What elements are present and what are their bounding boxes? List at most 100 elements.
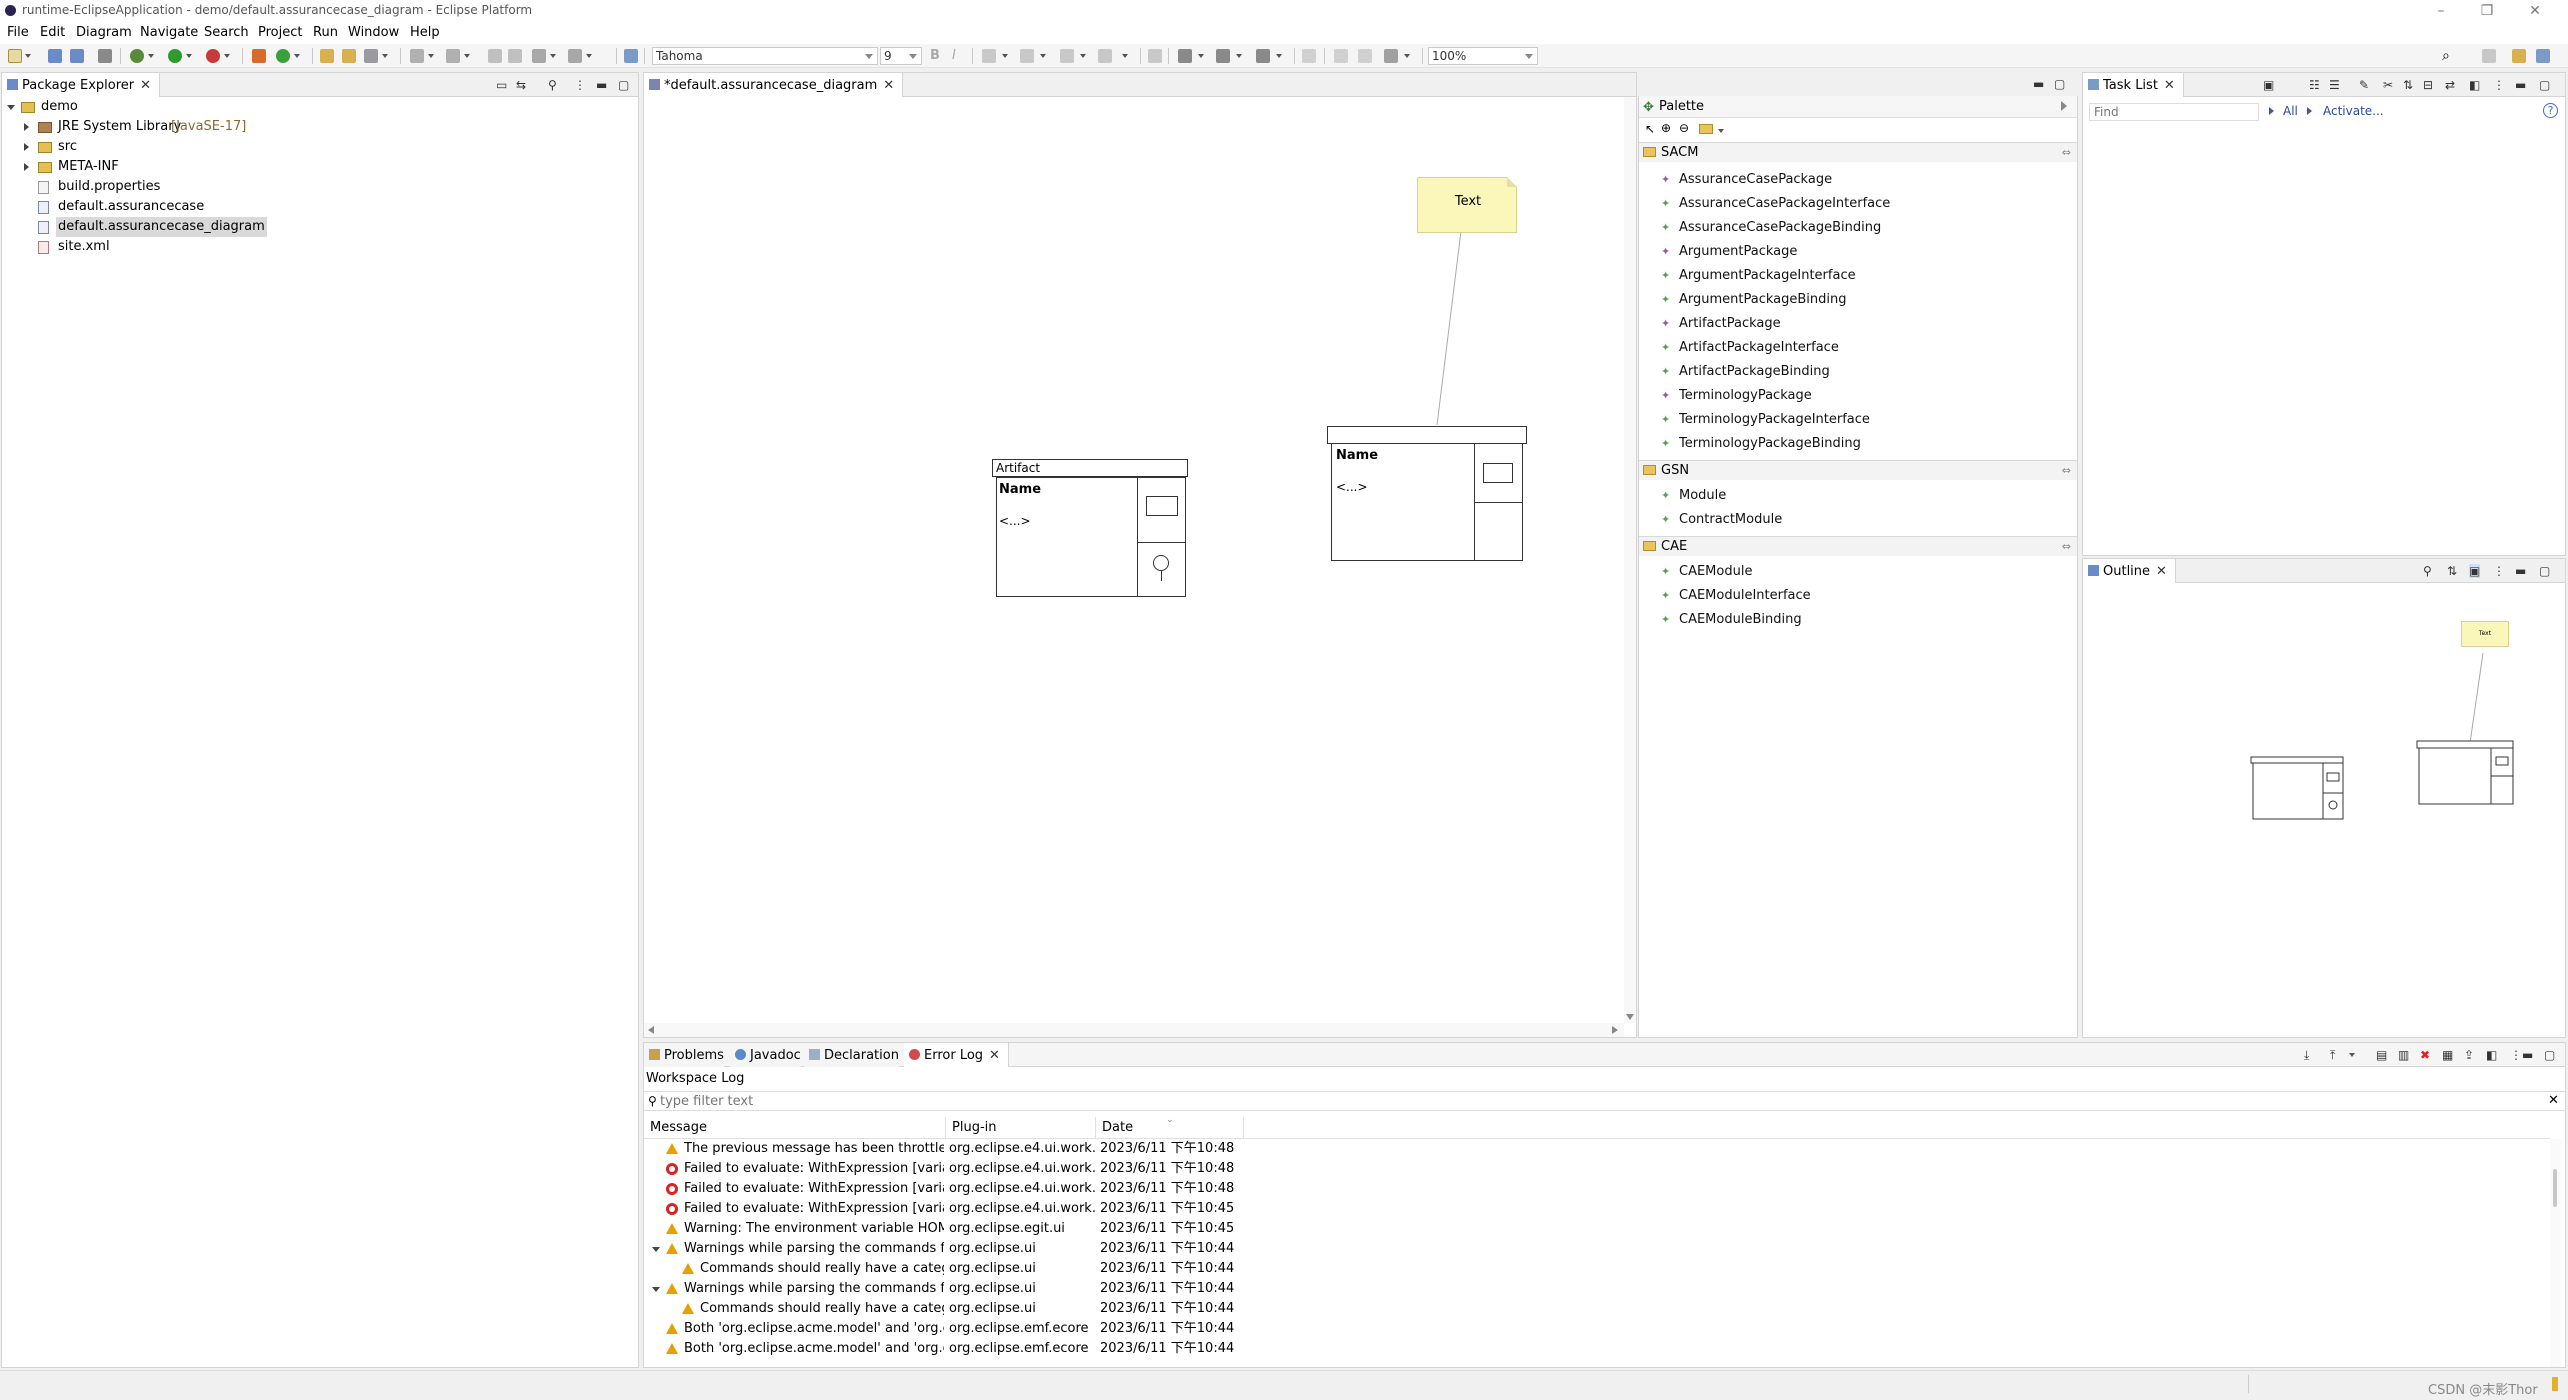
column-message[interactable]: Message <box>644 1117 946 1139</box>
align-icon[interactable] <box>1216 49 1230 63</box>
maximize-view-icon[interactable]: ▢ <box>2539 78 2550 92</box>
open-perspective-icon[interactable] <box>2482 49 2496 63</box>
close-window-icon[interactable]: ✕ <box>2512 0 2558 22</box>
zoom-combo[interactable]: 100% <box>1428 47 1538 65</box>
synchronize-icon[interactable]: ⇅ <box>2403 78 2413 92</box>
java-perspective-icon[interactable] <box>2536 49 2550 63</box>
table-row[interactable]: Both 'org.eclipse.acme.model' and 'org.e… <box>644 1339 2550 1359</box>
palette-item[interactable]: ArtifactPackageBinding <box>1661 360 1830 384</box>
minimize-view-icon[interactable]: ▬ <box>2515 564 2526 578</box>
open-folder-icon[interactable] <box>342 49 356 63</box>
view-menu-icon[interactable]: ⋮ <box>2510 1048 2522 1062</box>
menu-diagram[interactable]: Diagram <box>76 25 132 40</box>
palette-item[interactable]: ArgumentPackageBinding <box>1661 288 1847 312</box>
italic-button[interactable]: I <box>952 48 956 63</box>
new-java-package-icon[interactable] <box>252 49 266 63</box>
chevron-down-icon[interactable] <box>652 1247 660 1252</box>
palette-item[interactable]: ArgumentPackageInterface <box>1661 264 1856 288</box>
scheduled-icon[interactable]: ☰ <box>2329 78 2340 92</box>
back-icon[interactable] <box>488 49 502 63</box>
artifact-header[interactable]: Artifact <box>992 459 1188 477</box>
table-row[interactable]: Commands should really have a category: o… <box>644 1299 2550 1319</box>
table-row[interactable]: Warnings while parsing the commands from… <box>644 1279 2550 1299</box>
maximize-editor-icon[interactable]: ▢ <box>2054 77 2065 91</box>
tab-javadoc[interactable]: Javadoc <box>730 1043 801 1067</box>
run-icon[interactable] <box>168 49 182 63</box>
layers-icon[interactable] <box>1384 49 1398 63</box>
chevron-down-icon[interactable] <box>7 105 15 110</box>
new-class-icon[interactable] <box>276 49 290 63</box>
hide-completed-icon[interactable]: ✎ <box>2359 78 2369 92</box>
maximize-view-icon[interactable]: ▢ <box>2539 564 2550 578</box>
open-type-icon[interactable] <box>320 49 334 63</box>
debug-icon[interactable] <box>130 49 144 63</box>
delete-log-icon[interactable]: ▥ <box>2398 1048 2409 1062</box>
tab-declaration[interactable]: Declaration <box>804 1043 899 1067</box>
new-task-icon[interactable]: ▣ <box>2263 78 2274 92</box>
view-menu-icon[interactable]: ⋮ <box>2493 564 2505 578</box>
task-find-input[interactable] <box>2089 103 2259 121</box>
save-all-icon[interactable] <box>70 49 84 63</box>
font-family-combo[interactable]: Tahoma <box>652 47 878 65</box>
line-color-icon[interactable] <box>1060 49 1074 63</box>
menu-edit[interactable]: Edit <box>40 25 65 40</box>
note-tool-icon[interactable] <box>1699 124 1713 134</box>
chevron-right-icon[interactable] <box>24 123 29 131</box>
run-external-icon[interactable] <box>206 49 220 63</box>
module-node[interactable]: Name <...> <box>1331 443 1523 561</box>
collapse-tasks-icon[interactable]: ✂ <box>2383 78 2393 92</box>
close-icon[interactable]: ✕ <box>2164 78 2175 93</box>
presentation-icon[interactable]: ◧ <box>2469 78 2480 92</box>
palette-item[interactable]: ContractModule <box>1661 508 1782 532</box>
table-row[interactable]: Failed to evaluate: WithExpression [vari… <box>644 1159 2550 1179</box>
palette-item[interactable]: AssuranceCasePackage <box>1661 168 1832 192</box>
select-tool-icon[interactable]: ↖ <box>1645 122 1655 136</box>
minimize-view-icon[interactable]: ▬ <box>2515 78 2526 92</box>
menu-navigate[interactable]: Navigate <box>140 25 198 40</box>
view-menu-icon[interactable]: ⋮ <box>2493 78 2505 92</box>
table-row[interactable]: Both 'org.eclipse.acme.model' and 'org.e… <box>644 1319 2550 1339</box>
palette-item[interactable]: AssuranceCasePackageInterface <box>1661 192 1890 216</box>
tab-outline[interactable]: Outline ✕ <box>2083 559 2176 583</box>
clear-filter-icon[interactable]: ✕ <box>2548 1093 2559 1108</box>
palette-item[interactable]: ArtifactPackage <box>1661 312 1781 336</box>
menu-window[interactable]: Window <box>348 25 399 40</box>
repositories-icon[interactable]: ⇄ <box>2445 78 2455 92</box>
size-icon[interactable] <box>1256 49 1270 63</box>
perspective-icon[interactable] <box>624 49 638 63</box>
font-size-combo[interactable]: 9 <box>880 47 922 65</box>
log-filter-input[interactable] <box>660 1093 2540 1109</box>
new-icon[interactable] <box>8 49 22 63</box>
palette-item[interactable]: CAEModuleInterface <box>1661 584 1811 608</box>
zoom-out-icon[interactable]: ⊖ <box>1679 121 1689 135</box>
log-scrollbar[interactable] <box>2550 1139 2562 1367</box>
filter-icon[interactable]: ⚲ <box>2423 564 2432 578</box>
menu-run[interactable]: Run <box>313 25 338 40</box>
vertical-scrollbar[interactable] <box>1624 97 1636 1023</box>
pin-drawer-icon[interactable]: ⇔ <box>2062 537 2071 557</box>
table-row[interactable]: Warning: The environment variable HOME i… <box>644 1219 2550 1239</box>
save-icon[interactable] <box>48 49 62 63</box>
palette-item[interactable]: Module <box>1661 484 1726 508</box>
palette-item[interactable]: ArtifactPackageInterface <box>1661 336 1839 360</box>
tab-task-list[interactable]: Task List ✕ <box>2083 73 2184 97</box>
palette-item[interactable]: ArgumentPackage <box>1661 240 1797 264</box>
close-icon[interactable]: ✕ <box>140 78 151 93</box>
bold-button[interactable]: B <box>930 48 940 63</box>
table-row[interactable]: The previous message has been throttled.… <box>644 1139 2550 1159</box>
close-icon[interactable]: ✕ <box>989 1048 1000 1063</box>
prev-annotation-icon[interactable] <box>446 49 460 63</box>
palette-group-gsn[interactable]: GSN ⇔ <box>1639 460 2077 480</box>
minimize-icon[interactable]: – <box>2418 0 2464 22</box>
module-header[interactable] <box>1327 426 1527 444</box>
chevron-right-icon[interactable] <box>24 163 29 171</box>
close-icon[interactable]: ✕ <box>2156 564 2167 579</box>
pin-drawer-icon[interactable]: ⇔ <box>2062 143 2071 163</box>
table-row[interactable]: Failed to evaluate: WithExpression [vari… <box>644 1179 2550 1199</box>
diagram-canvas[interactable]: Text Artifact Name <...> Name <...> <box>644 97 1624 1023</box>
forward-history-icon[interactable] <box>508 49 522 63</box>
tab-error-log[interactable]: Error Log ✕ <box>904 1043 1009 1067</box>
sort-icon[interactable]: ⇅ <box>2447 564 2457 578</box>
view-menu-icon[interactable]: ⋮ <box>574 78 586 92</box>
palette-item[interactable]: CAEModuleBinding <box>1661 608 1802 632</box>
